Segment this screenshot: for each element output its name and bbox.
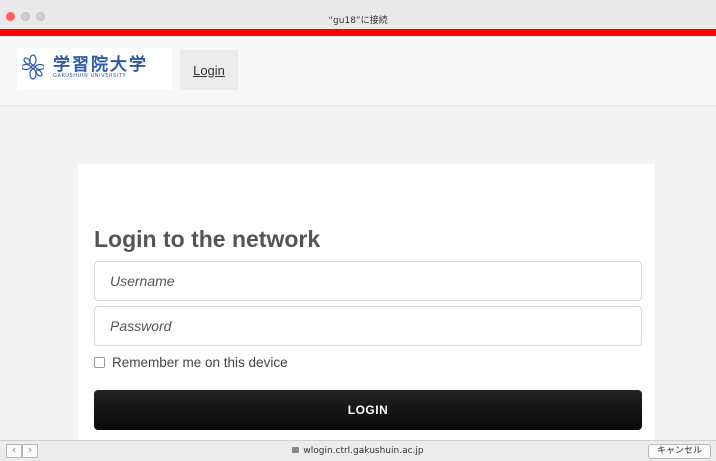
cancel-button[interactable]: キャンセル [648,444,711,459]
remember-me-row[interactable]: Remember me on this device [94,355,288,370]
nav-login-item[interactable]: Login [180,50,238,90]
browser-bottom-bar: ‹ › wlogin.ctrl.gakushuin.ac.jp キャンセル [0,440,716,461]
nav-login-link[interactable]: Login [193,63,225,78]
site-header: 学習院大学 GAKUSHUIN UNIVERSITY Login [0,36,716,106]
remember-me-label: Remember me on this device [112,355,288,370]
form-title: Login to the network [94,226,321,252]
username-input[interactable] [94,261,642,301]
logo-japanese-text: 学習院大学 [53,55,148,75]
url-display: wlogin.ctrl.gakushuin.ac.jp [0,446,716,456]
alert-bar [0,29,716,36]
window-titlebar: “gu18”に接続 [0,0,716,29]
remember-me-checkbox[interactable] [94,357,105,368]
university-logo: 学習院大学 GAKUSHUIN UNIVERSITY [17,48,172,90]
window-title: “gu18”に接続 [328,16,388,26]
lock-icon [292,447,300,453]
url-text: wlogin.ctrl.gakushuin.ac.jp [303,446,424,456]
login-button[interactable]: LOGIN [94,390,642,430]
flower-emblem-icon [22,54,44,80]
logo-english-text: GAKUSHUIN UNIVERSITY [53,73,127,79]
password-input[interactable] [94,306,642,346]
login-card: Login to the network Remember me on this… [78,164,655,444]
